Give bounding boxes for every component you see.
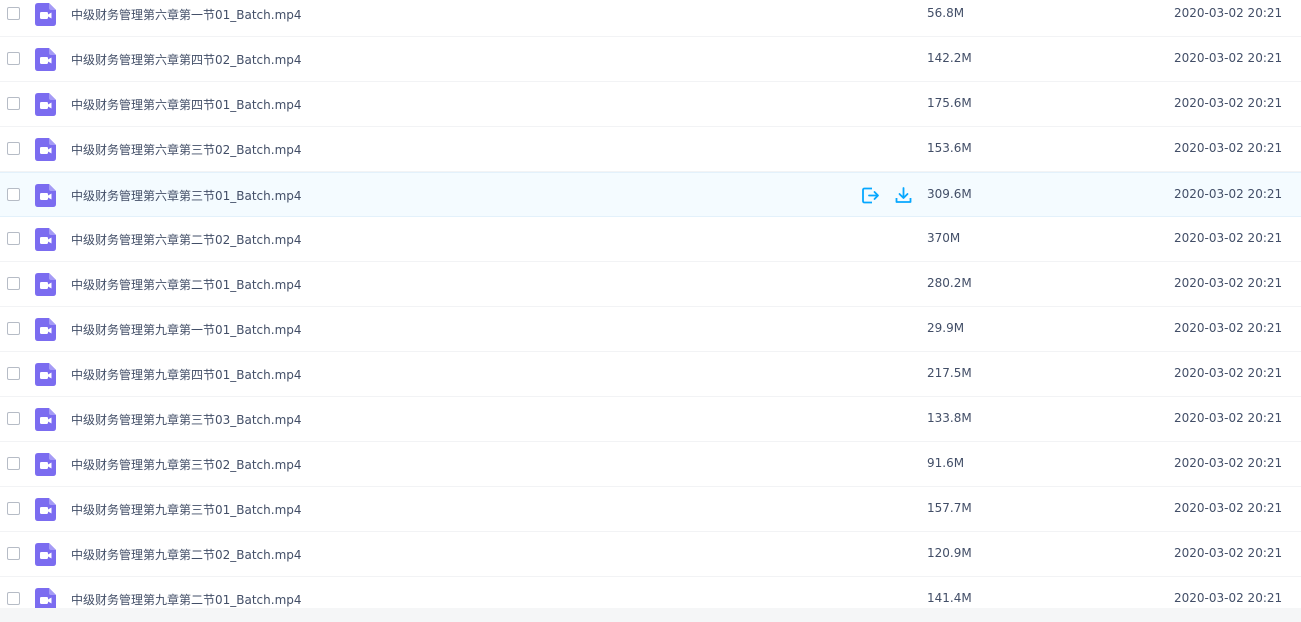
file-list: 中级财务管理第六章第一节01_Batch.mp4 56.8M 2020-03-0… xyxy=(0,0,1301,622)
file-row[interactable]: 中级财务管理第九章第一节01_Batch.mp4 29.9M 2020-03-0… xyxy=(0,307,1301,352)
file-size: 142.2M xyxy=(927,51,972,65)
file-name[interactable]: 中级财务管理第九章第三节02_Batch.mp4 xyxy=(71,456,302,473)
file-date: 2020-03-02 20:21 xyxy=(1174,411,1283,425)
file-name[interactable]: 中级财务管理第六章第四节02_Batch.mp4 xyxy=(71,51,302,68)
file-row[interactable]: 中级财务管理第六章第三节01_Batch.mp4 309.6M 2020-03-… xyxy=(0,172,1301,217)
file-size: 217.5M xyxy=(927,366,972,380)
file-date: 2020-03-02 20:21 xyxy=(1174,96,1283,110)
row-checkbox[interactable] xyxy=(7,502,20,515)
row-checkbox[interactable] xyxy=(7,592,20,605)
file-size: 153.6M xyxy=(927,141,972,155)
file-row[interactable]: 中级财务管理第六章第三节02_Batch.mp4 153.6M 2020-03-… xyxy=(0,127,1301,172)
file-size: 370M xyxy=(927,231,961,245)
file-date: 2020-03-02 20:21 xyxy=(1174,276,1283,290)
file-row[interactable]: 中级财务管理第九章第三节01_Batch.mp4 157.7M 2020-03-… xyxy=(0,487,1301,532)
row-checkbox[interactable] xyxy=(7,367,20,380)
video-file-icon xyxy=(35,228,56,251)
video-file-icon xyxy=(35,543,56,566)
row-checkbox[interactable] xyxy=(7,457,20,470)
video-file-icon xyxy=(35,184,56,207)
file-row[interactable]: 中级财务管理第六章第四节02_Batch.mp4 142.2M 2020-03-… xyxy=(0,37,1301,82)
row-checkbox[interactable] xyxy=(7,547,20,560)
file-size: 29.9M xyxy=(927,321,965,335)
row-checkbox[interactable] xyxy=(7,412,20,425)
row-checkbox[interactable] xyxy=(7,52,20,65)
row-checkbox[interactable] xyxy=(7,7,20,20)
row-checkbox[interactable] xyxy=(7,142,20,155)
file-date: 2020-03-02 20:21 xyxy=(1174,366,1283,380)
video-file-icon xyxy=(35,3,56,26)
file-row[interactable]: 中级财务管理第六章第二节01_Batch.mp4 280.2M 2020-03-… xyxy=(0,262,1301,307)
file-row[interactable]: 中级财务管理第六章第二节02_Batch.mp4 370M 2020-03-02… xyxy=(0,217,1301,262)
file-date: 2020-03-02 20:21 xyxy=(1174,6,1283,20)
file-name[interactable]: 中级财务管理第六章第一节01_Batch.mp4 xyxy=(71,6,302,23)
file-size: 91.6M xyxy=(927,456,965,470)
file-date: 2020-03-02 20:21 xyxy=(1174,591,1283,605)
video-file-icon xyxy=(35,318,56,341)
row-checkbox[interactable] xyxy=(7,188,20,201)
file-name[interactable]: 中级财务管理第六章第三节02_Batch.mp4 xyxy=(71,141,302,158)
file-date: 2020-03-02 20:21 xyxy=(1174,231,1283,245)
row-checkbox[interactable] xyxy=(7,232,20,245)
file-size: 133.8M xyxy=(927,411,972,425)
file-date: 2020-03-02 20:21 xyxy=(1174,51,1283,65)
file-row[interactable]: 中级财务管理第九章第三节02_Batch.mp4 91.6M 2020-03-0… xyxy=(0,442,1301,487)
file-date: 2020-03-02 20:21 xyxy=(1174,321,1283,335)
bottom-scroll-area xyxy=(0,608,1301,622)
file-size: 141.4M xyxy=(927,591,972,605)
row-checkbox[interactable] xyxy=(7,322,20,335)
video-file-icon xyxy=(35,273,56,296)
file-date: 2020-03-02 20:21 xyxy=(1174,501,1283,515)
file-date: 2020-03-02 20:21 xyxy=(1174,141,1283,155)
file-size: 309.6M xyxy=(927,187,972,201)
video-file-icon xyxy=(35,138,56,161)
file-date: 2020-03-02 20:21 xyxy=(1174,546,1283,560)
file-row[interactable]: 中级财务管理第六章第一节01_Batch.mp4 56.8M 2020-03-0… xyxy=(0,0,1301,37)
file-name[interactable]: 中级财务管理第九章第二节02_Batch.mp4 xyxy=(71,546,302,563)
file-name[interactable]: 中级财务管理第九章第三节03_Batch.mp4 xyxy=(71,411,302,428)
file-date: 2020-03-02 20:21 xyxy=(1174,187,1283,201)
video-file-icon xyxy=(35,93,56,116)
file-name[interactable]: 中级财务管理第九章第一节01_Batch.mp4 xyxy=(71,321,302,338)
file-name[interactable]: 中级财务管理第六章第三节01_Batch.mp4 xyxy=(71,187,302,204)
file-row[interactable]: 中级财务管理第九章第三节03_Batch.mp4 133.8M 2020-03-… xyxy=(0,397,1301,442)
file-size: 120.9M xyxy=(927,546,972,560)
download-icon[interactable] xyxy=(894,186,913,205)
video-file-icon xyxy=(35,408,56,431)
file-date: 2020-03-02 20:21 xyxy=(1174,456,1283,470)
share-icon[interactable] xyxy=(861,186,880,205)
row-checkbox[interactable] xyxy=(7,97,20,110)
file-name[interactable]: 中级财务管理第九章第四节01_Batch.mp4 xyxy=(71,366,302,383)
file-row[interactable]: 中级财务管理第九章第四节01_Batch.mp4 217.5M 2020-03-… xyxy=(0,352,1301,397)
file-name[interactable]: 中级财务管理第九章第二节01_Batch.mp4 xyxy=(71,591,302,608)
file-name[interactable]: 中级财务管理第六章第二节01_Batch.mp4 xyxy=(71,276,302,293)
file-name[interactable]: 中级财务管理第九章第三节01_Batch.mp4 xyxy=(71,501,302,518)
video-file-icon xyxy=(35,498,56,521)
file-row[interactable]: 中级财务管理第六章第四节01_Batch.mp4 175.6M 2020-03-… xyxy=(0,82,1301,127)
file-row[interactable]: 中级财务管理第九章第二节02_Batch.mp4 120.9M 2020-03-… xyxy=(0,532,1301,577)
video-file-icon xyxy=(35,453,56,476)
row-checkbox[interactable] xyxy=(7,277,20,290)
file-name[interactable]: 中级财务管理第六章第四节01_Batch.mp4 xyxy=(71,96,302,113)
file-name[interactable]: 中级财务管理第六章第二节02_Batch.mp4 xyxy=(71,231,302,248)
file-size: 157.7M xyxy=(927,501,972,515)
file-size: 175.6M xyxy=(927,96,972,110)
video-file-icon xyxy=(35,363,56,386)
file-size: 56.8M xyxy=(927,6,965,20)
video-file-icon xyxy=(35,48,56,71)
file-size: 280.2M xyxy=(927,276,972,290)
